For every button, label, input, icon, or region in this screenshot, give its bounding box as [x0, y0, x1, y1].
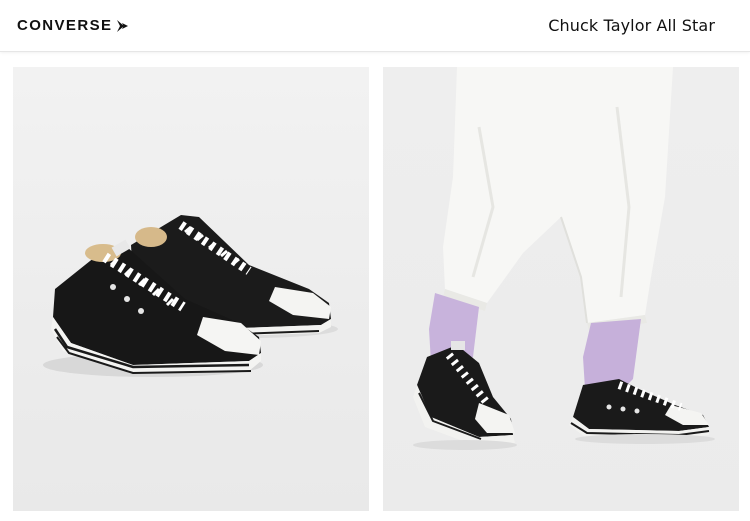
right-sneaker	[569, 379, 710, 439]
white-trousers	[443, 67, 673, 331]
product-image-pair[interactable]	[13, 67, 369, 511]
on-foot-image	[413, 67, 715, 450]
site-header: CONVERSE Chuck Taylor All Star	[0, 0, 750, 52]
chevron-star-icon	[117, 19, 129, 32]
sneaker-pair-image	[43, 215, 338, 377]
left-sneaker	[413, 341, 515, 447]
product-title: Chuck Taylor All Star	[548, 16, 715, 35]
brand-wordmark: CONVERSE	[17, 17, 113, 34]
brand-logo[interactable]: CONVERSE	[17, 17, 129, 34]
product-image-on-foot[interactable]	[383, 67, 739, 511]
product-image-gallery	[13, 67, 739, 511]
